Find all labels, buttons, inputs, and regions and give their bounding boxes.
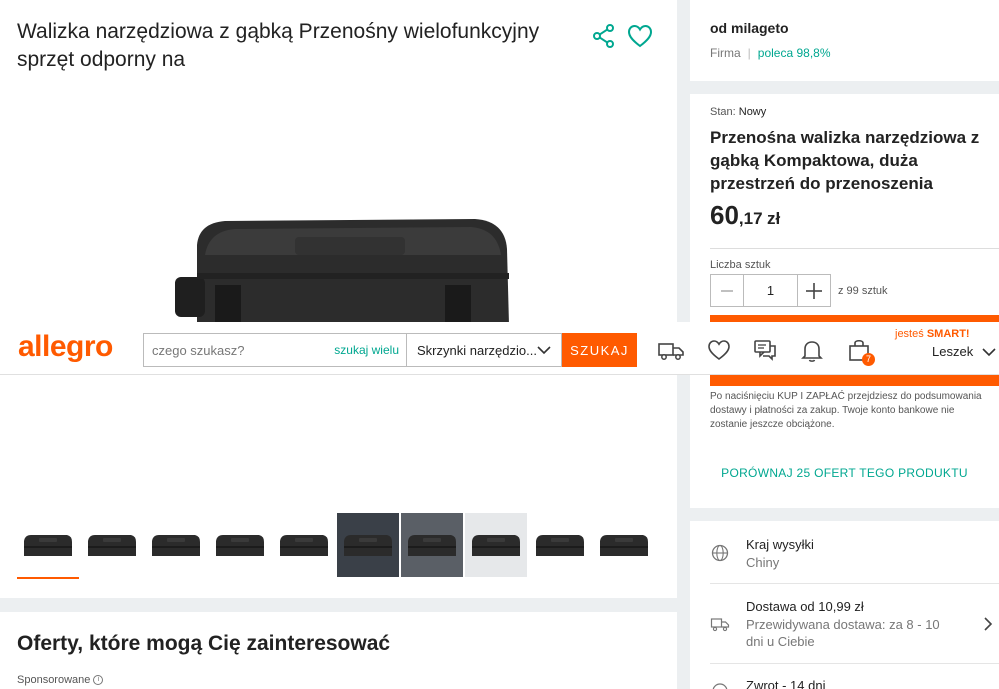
smart-prefix: jesteś <box>895 328 924 340</box>
product-thumbnail[interactable] <box>337 513 399 577</box>
price-integer: 60 <box>710 200 739 230</box>
seller-type: Firma <box>710 46 741 60</box>
quantity-label: Liczba sztuk <box>710 259 771 271</box>
recommended-offers-section: Oferty, które mogą Cię zainteresować Spo… <box>0 612 677 689</box>
search-bar: czego szukasz? szukaj wielu Skrzynki nar… <box>143 333 637 367</box>
condition: Stan: Nowy <box>710 106 766 118</box>
toolbox-image <box>24 535 72 556</box>
shipping-card: Kraj wysyłki Chiny Dostawa od 10,99 zł P… <box>690 521 999 689</box>
seller-card: od milageto Firma | poleca 98,8% <box>690 0 999 81</box>
quantity-stepper: 1 <box>710 274 831 307</box>
smart-badge[interactable]: jesteś SMART! <box>895 328 970 340</box>
search-many-link[interactable]: szukaj wielu <box>334 343 399 357</box>
buy-note: Po naciśnięciu KUP I ZAPŁAĆ przejdziesz … <box>710 391 982 430</box>
messages-icon[interactable] <box>751 336 779 364</box>
delivery-truck-icon[interactable] <box>657 336 685 364</box>
search-placeholder: czego szukasz? <box>152 343 245 358</box>
compare-offers-link[interactable]: PORÓWNAJ 25 OFERT TEGO PRODUKTU <box>690 466 999 480</box>
product-thumbnail[interactable] <box>17 513 79 579</box>
seller-rating[interactable]: poleca 98,8% <box>758 46 831 60</box>
toolbox-image <box>344 535 392 556</box>
product-thumbnail[interactable] <box>145 513 207 577</box>
chevron-down-icon <box>537 346 551 355</box>
divider <box>710 248 999 249</box>
product-thumbnail[interactable] <box>81 513 143 577</box>
product-thumbnail[interactable] <box>273 513 335 577</box>
delivery-title: Dostawa od 10,99 zł <box>746 599 864 614</box>
return-policy-title: Zwrot - 14 dni <box>746 678 826 689</box>
quantity-available: z 99 sztuk <box>838 285 888 297</box>
main-product-image[interactable] <box>175 215 515 325</box>
delivery-estimate: Przewidywana dostawa: za 8 - 10 dni u Ci… <box>746 617 940 649</box>
product-thumbnail[interactable] <box>593 513 655 577</box>
truck-icon <box>710 618 730 632</box>
search-input[interactable]: czego szukasz? szukaj wielu <box>143 333 407 367</box>
toolbox-image <box>472 535 520 556</box>
toolbox-image <box>408 535 456 556</box>
seller-separator: | <box>747 46 751 60</box>
product-thumbnail[interactable] <box>529 513 591 577</box>
buy-box: Stan: Nowy Przenośna walizka narzędziowa… <box>690 94 999 508</box>
sticky-header: allegro czego szukasz? szukaj wielu Skrz… <box>0 322 999 375</box>
toolbox-image <box>536 535 584 556</box>
toolbox-image <box>152 535 200 556</box>
product-title: Walizka narzędziowa z gąbką Przenośny wi… <box>17 20 540 71</box>
thumbnail-strip <box>17 513 657 579</box>
product-thumbnail[interactable] <box>209 513 271 577</box>
divider <box>710 663 999 664</box>
quantity-increase-button[interactable] <box>797 274 831 307</box>
search-button[interactable]: SZUKAJ <box>562 333 637 367</box>
favorite-heart-icon[interactable] <box>626 22 654 50</box>
buy-now-button[interactable] <box>710 374 999 386</box>
chevron-down-icon[interactable] <box>982 347 996 357</box>
category-select[interactable]: Skrzynki narzędzio... <box>407 333 562 367</box>
quantity-decrease-button[interactable] <box>710 274 744 307</box>
offers-heading: Oferty, które mogą Cię zainteresować <box>17 632 391 655</box>
price-decimal: ,17 <box>738 209 763 228</box>
sponsored-text: Sponsorowane <box>17 674 91 686</box>
condition-label: Stan: <box>710 106 736 118</box>
heart-icon[interactable] <box>705 336 733 364</box>
product-gallery-card: Walizka narzędziowa z gąbką Przenośny wi… <box>0 0 677 598</box>
cart-count-badge: 7 <box>862 353 875 366</box>
sponsored-label: Sponsorowane i <box>17 674 104 686</box>
offer-title: Przenośna walizka narzędziowa z gąbką Ko… <box>710 128 980 193</box>
product-thumbnail[interactable] <box>465 513 527 577</box>
smart-label: SMART! <box>926 328 970 340</box>
chevron-right-icon[interactable] <box>983 617 993 631</box>
toolbox-image <box>600 535 648 556</box>
seller-meta: Firma | poleca 98,8% <box>710 46 831 60</box>
ship-country-title: Kraj wysyłki <box>746 537 814 552</box>
toolbox-image <box>88 535 136 556</box>
allegro-logo[interactable]: allegro <box>18 330 113 364</box>
ship-country-value: Chiny <box>746 555 780 570</box>
product-thumbnail[interactable] <box>401 513 463 577</box>
bell-icon[interactable] <box>798 336 826 364</box>
return-icon <box>712 683 728 689</box>
condition-value: Nowy <box>738 106 767 118</box>
category-value: Skrzynki narzędzio... <box>417 343 537 358</box>
price: 60,17 zł <box>710 200 780 231</box>
share-icon[interactable] <box>590 22 618 50</box>
info-icon[interactable]: i <box>93 675 104 685</box>
plus-icon <box>806 282 822 299</box>
minus-icon <box>721 289 733 292</box>
quantity-input[interactable]: 1 <box>744 274 797 307</box>
seller-name[interactable]: od milageto <box>710 20 789 36</box>
toolbox-image <box>280 535 328 556</box>
price-currency: zł <box>767 209 781 228</box>
divider <box>710 583 999 584</box>
globe-icon <box>711 544 729 562</box>
toolbox-image <box>216 535 264 556</box>
user-menu[interactable]: Leszek <box>932 344 973 359</box>
